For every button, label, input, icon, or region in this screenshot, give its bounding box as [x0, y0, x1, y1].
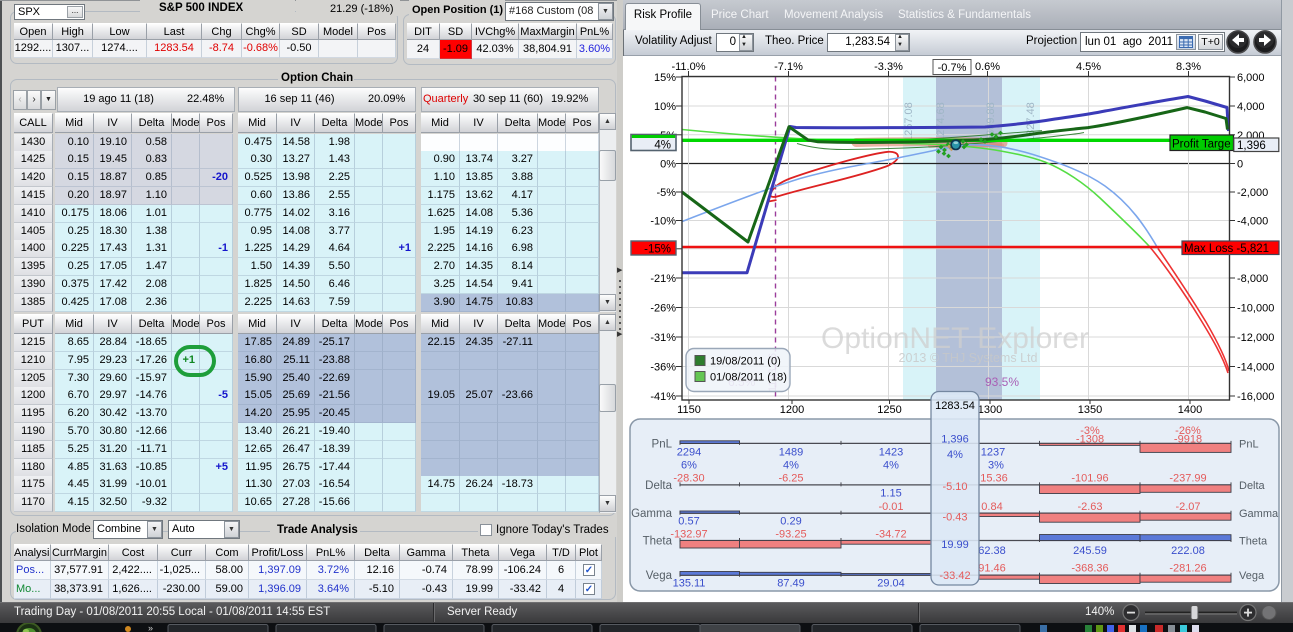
svg-text:Theta: Theta — [643, 536, 673, 548]
svg-text:-16,000: -16,000 — [1237, 391, 1274, 403]
svg-text:1350: 1350 — [1078, 404, 1102, 416]
svg-text:1400: 1400 — [1178, 404, 1202, 416]
svg-text:4%: 4% — [654, 140, 671, 152]
svg-text:-368.36: -368.36 — [1071, 563, 1108, 575]
svg-text:222.08: 222.08 — [1171, 545, 1205, 557]
svg-text:87.49: 87.49 — [777, 578, 805, 590]
svg-text:-1308: -1308 — [1076, 434, 1104, 446]
svg-text:-5.10: -5.10 — [942, 481, 967, 493]
svg-text:-237.99: -237.99 — [1169, 473, 1206, 485]
svg-text:-12,000: -12,000 — [1237, 332, 1274, 344]
svg-text:19/08/2011 (0): 19/08/2011 (0) — [710, 356, 781, 368]
svg-text:1200: 1200 — [780, 404, 804, 416]
svg-text:4%: 4% — [783, 460, 799, 472]
svg-text:1.15: 1.15 — [880, 488, 901, 500]
svg-text:91.46: 91.46 — [978, 563, 1006, 575]
svg-text:-0.43: -0.43 — [942, 512, 967, 524]
svg-text:Gamma: Gamma — [631, 508, 673, 520]
svg-text:3%: 3% — [988, 460, 1004, 472]
svg-text:-31%: -31% — [650, 332, 676, 344]
svg-text:-5%: -5% — [656, 187, 676, 199]
svg-text:1237: 1237 — [981, 447, 1005, 459]
svg-text:2013 © THJ Systems Ltd: 2013 © THJ Systems Ltd — [899, 351, 1038, 365]
svg-text:-8,000: -8,000 — [1237, 273, 1268, 285]
svg-text:0: 0 — [1237, 159, 1243, 171]
svg-text:1,396: 1,396 — [1237, 140, 1266, 152]
svg-text:-34.72: -34.72 — [875, 529, 906, 541]
svg-text:PnL: PnL — [652, 438, 673, 450]
svg-text:-14,000: -14,000 — [1237, 362, 1274, 374]
svg-text:15.36: 15.36 — [980, 473, 1008, 485]
svg-text:-15%: -15% — [644, 243, 671, 255]
svg-text:-132.97: -132.97 — [670, 529, 707, 541]
svg-text:01/08/2011 (18): 01/08/2011 (18) — [710, 372, 787, 384]
svg-text:0.84: 0.84 — [981, 501, 1002, 513]
svg-text:»: » — [148, 623, 153, 632]
svg-text:-2.63: -2.63 — [1077, 501, 1102, 513]
svg-text:0.29: 0.29 — [780, 516, 801, 528]
svg-text:1489: 1489 — [779, 447, 803, 459]
svg-text:-9918: -9918 — [1174, 434, 1202, 446]
svg-text:-36%: -36% — [650, 362, 676, 374]
svg-text:1150: 1150 — [677, 404, 701, 416]
svg-text:-28.30: -28.30 — [673, 473, 704, 485]
svg-text:-6.25: -6.25 — [778, 473, 803, 485]
svg-text:Theta: Theta — [1239, 536, 1268, 548]
svg-text:-0.7%: -0.7% — [938, 62, 967, 74]
svg-text:93.5%: 93.5% — [985, 375, 1019, 389]
svg-text:19.99: 19.99 — [941, 539, 969, 551]
svg-text:Delta: Delta — [645, 480, 672, 492]
svg-text:1257.08: 1257.08 — [903, 102, 915, 142]
svg-text:-4,000: -4,000 — [1237, 216, 1268, 228]
svg-text:29.04: 29.04 — [877, 578, 905, 590]
svg-text:-93.25: -93.25 — [775, 529, 806, 541]
svg-text:Delta: Delta — [1239, 480, 1266, 492]
svg-text:15%: 15% — [654, 72, 676, 84]
svg-text:4%: 4% — [883, 460, 899, 472]
svg-text:10%: 10% — [654, 101, 676, 113]
svg-text:-21%: -21% — [650, 273, 676, 285]
svg-text:1300: 1300 — [978, 404, 1002, 416]
svg-text:4,000: 4,000 — [1237, 101, 1265, 113]
svg-text:Gamma: Gamma — [1239, 508, 1279, 520]
svg-text:PnL: PnL — [1239, 438, 1259, 450]
svg-text:62.38: 62.38 — [978, 545, 1006, 557]
svg-text:245.59: 245.59 — [1073, 545, 1107, 557]
svg-text:1250: 1250 — [877, 404, 901, 416]
svg-text:-10,000: -10,000 — [1237, 303, 1274, 315]
svg-text:2294: 2294 — [677, 447, 701, 459]
svg-text:6%: 6% — [681, 460, 697, 472]
svg-text:Vega: Vega — [1239, 570, 1265, 582]
svg-text:Profit Targe: Profit Targe — [1172, 138, 1231, 150]
svg-text:0.57: 0.57 — [678, 516, 699, 528]
svg-text:-26%: -26% — [650, 303, 676, 315]
svg-text:Vega: Vega — [646, 570, 673, 582]
svg-text:0%: 0% — [660, 159, 676, 171]
svg-text:1283.54: 1283.54 — [935, 400, 975, 412]
svg-text:-281.26: -281.26 — [1169, 563, 1206, 575]
svg-text:1423: 1423 — [879, 447, 903, 459]
svg-text:-33.42: -33.42 — [939, 570, 970, 582]
svg-text:-0.01: -0.01 — [878, 501, 903, 513]
svg-text:-2.07: -2.07 — [1175, 501, 1200, 513]
svg-text:6,000: 6,000 — [1237, 72, 1265, 84]
svg-text:-101.96: -101.96 — [1071, 473, 1108, 485]
svg-text:1274.68: 1274.68 — [935, 102, 947, 142]
svg-text:4%: 4% — [947, 449, 963, 461]
svg-text:-10%: -10% — [650, 216, 676, 228]
svg-text:Max Loss -5,821: Max Loss -5,821 — [1184, 243, 1269, 255]
svg-text:-2,000: -2,000 — [1237, 187, 1268, 199]
svg-text:1,396: 1,396 — [941, 434, 969, 446]
svg-text:-41%: -41% — [650, 391, 676, 403]
svg-text:135.11: 135.11 — [673, 578, 706, 590]
